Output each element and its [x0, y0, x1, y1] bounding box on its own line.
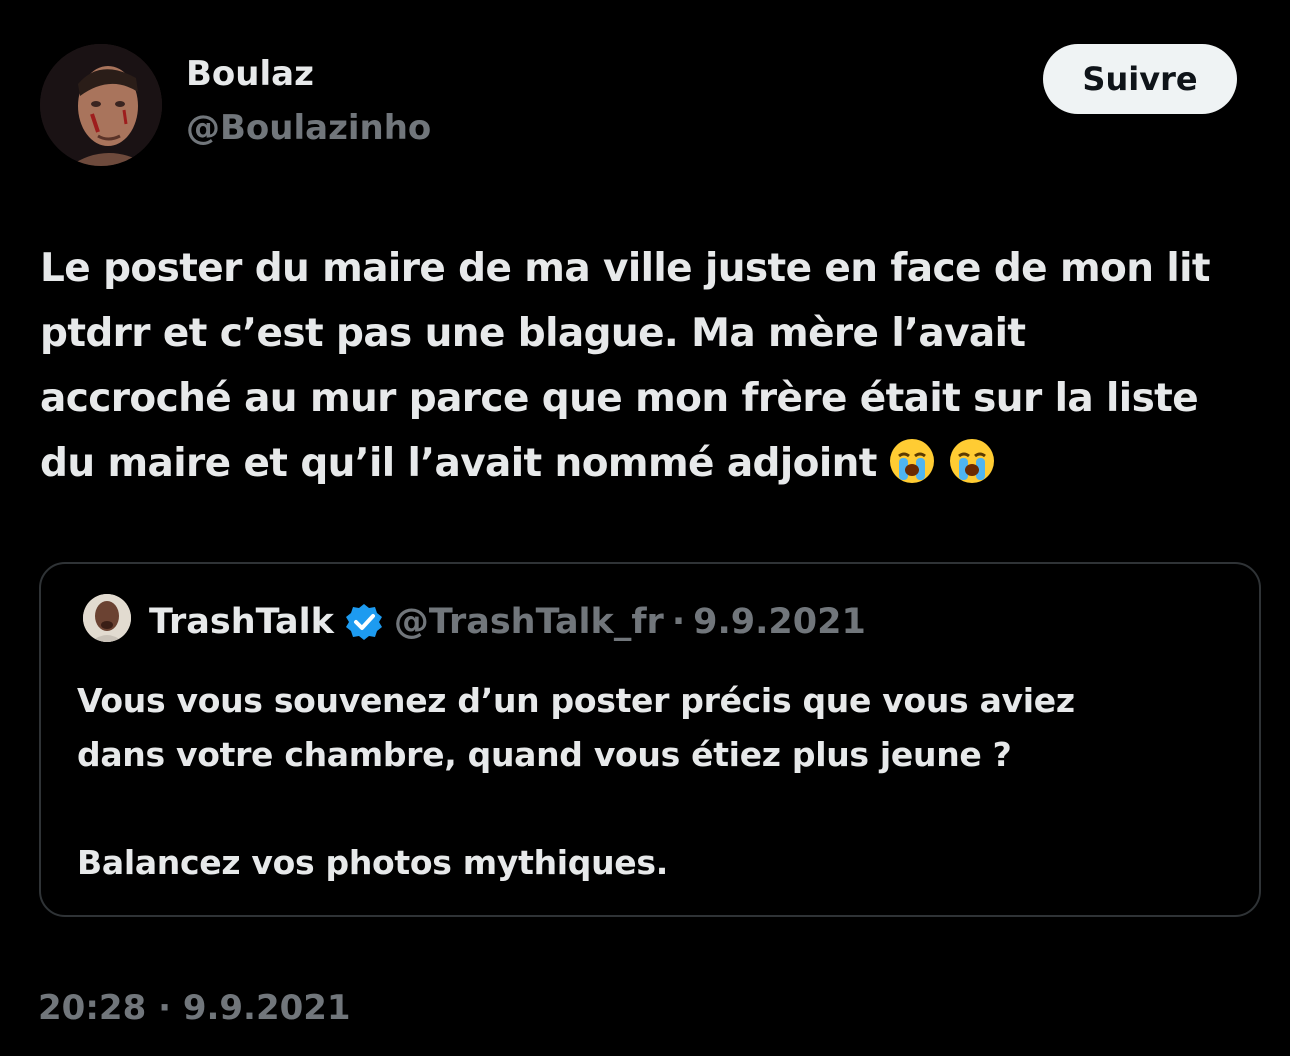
- avatar-photo: [40, 44, 162, 166]
- tweet-text-line: ptdrr et c’est pas une blague. Ma mère l…: [40, 311, 1026, 356]
- quote-separator: ·: [671, 602, 686, 642]
- author-name[interactable]: Boulaz: [186, 54, 314, 94]
- tweet-text-line: du maire et qu’il l’avait nommé adjoint: [40, 441, 877, 486]
- quote-text: Vous vous souvenez d’un poster précis qu…: [77, 674, 1237, 890]
- tweet-container: Boulaz @Boulazinho Suivre Le poster du m…: [6, 4, 1284, 1052]
- tweet-text-line-with-emojis: du maire et qu’il l’avait nommé adjoint: [40, 431, 1270, 496]
- quote-header: TrashTalk @TrashTalk_fr · 9.9.2021: [149, 602, 866, 642]
- loudly-crying-face-icon: [949, 439, 994, 483]
- quote-text-line: Vous vous souvenez d’un poster précis qu…: [77, 681, 1075, 720]
- quote-text-line: Balancez vos photos mythiques.: [77, 843, 668, 882]
- author-avatar[interactable]: [40, 44, 162, 166]
- quoted-tweet-card[interactable]: TrashTalk @TrashTalk_fr · 9.9.2021 Vous …: [39, 562, 1261, 917]
- tweet-text-line: accroché au mur parce que mon frère étai…: [40, 376, 1199, 421]
- quote-avatar-photo: [83, 594, 131, 642]
- quote-author-name[interactable]: TrashTalk: [149, 602, 334, 642]
- verified-badge-icon: [345, 604, 382, 640]
- quote-date[interactable]: 9.9.2021: [693, 602, 866, 642]
- loudly-crying-face-icon: [889, 439, 934, 483]
- tweet-text: Le poster du maire de ma ville juste en …: [40, 236, 1270, 496]
- author-handle[interactable]: @Boulazinho: [186, 108, 431, 148]
- follow-button[interactable]: Suivre: [1043, 44, 1237, 114]
- quote-author-handle[interactable]: @TrashTalk_fr: [394, 602, 664, 642]
- quote-author-avatar[interactable]: [83, 594, 131, 642]
- tweet-timestamp[interactable]: 20:28 · 9.9.2021: [38, 988, 351, 1028]
- tweet-text-line: Le poster du maire de ma ville juste en …: [40, 246, 1211, 291]
- quote-text-line: dans votre chambre, quand vous étiez plu…: [77, 735, 1012, 774]
